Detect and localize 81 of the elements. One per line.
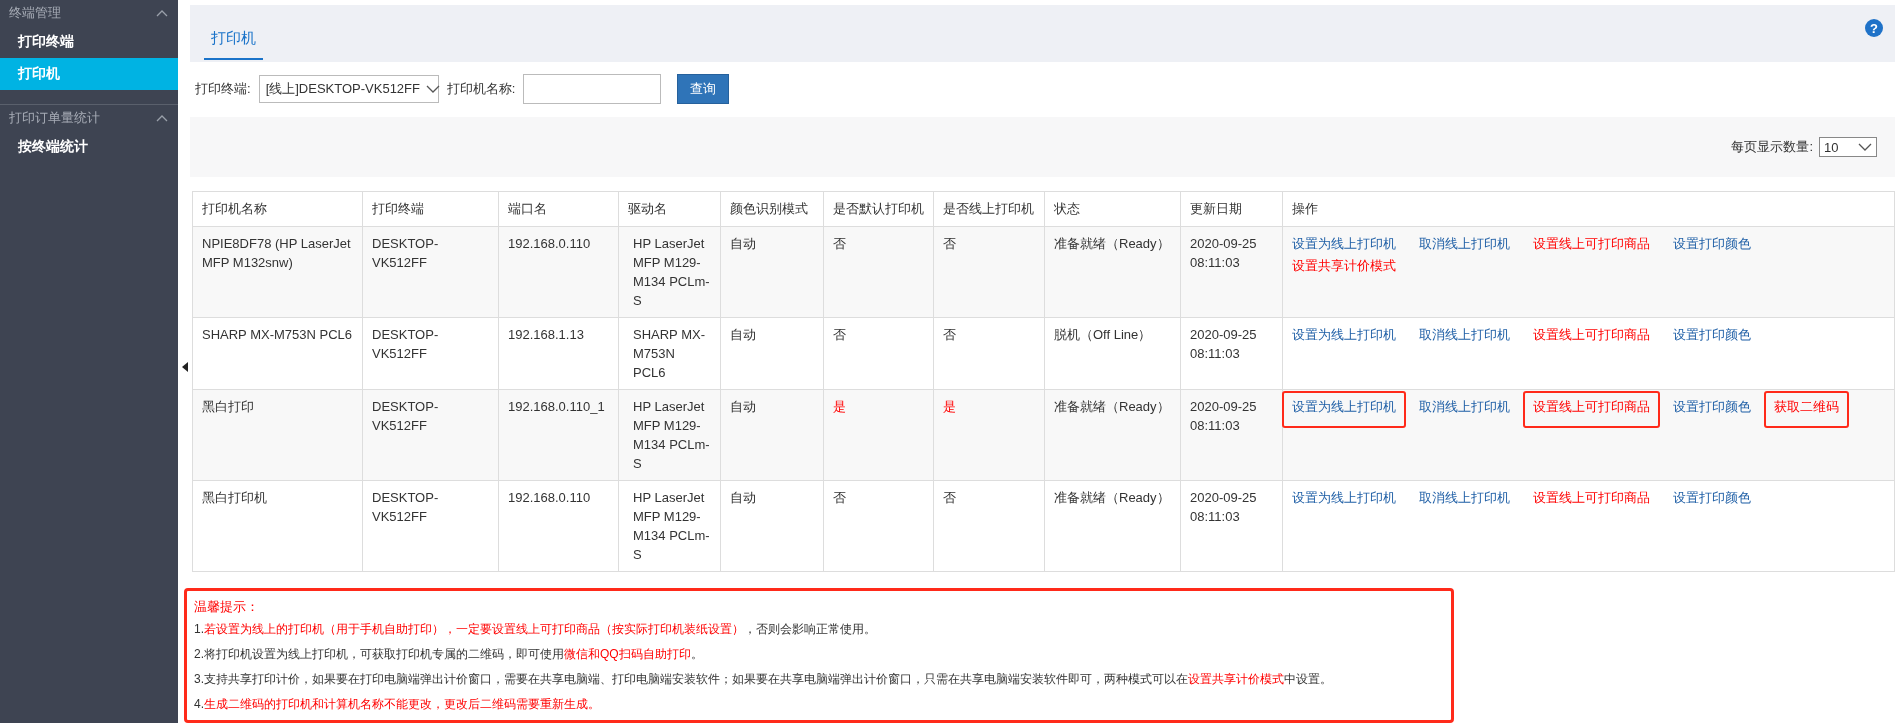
page-size-label: 每页显示数量: [1731,138,1813,157]
tip-text: 1.若设置为线上的打印机（用于手机自助打印），一定要设置线上可打印商品（按实际打印机装纸设置），否则会影响正常使用。 [194,622,877,636]
table-cell: DESKTOP-VK512FF [362,389,499,481]
table-cell: SHARP MX-M753N PCL6 [192,317,363,390]
action-link[interactable]: 设置为线上打印机 [1291,326,1396,342]
column-header: 状态 [1044,191,1181,227]
column-header: 驱动名 [618,191,721,227]
tips-title: 温馨提示： [194,598,260,616]
table-cell: NPIE8DF78 (HP LaserJet MFP M132snw) [192,226,363,318]
action-link[interactable]: 设置打印颜色 [1672,398,1751,414]
help-icon[interactable]: ? [1865,19,1883,38]
table-cell: DESKTOP-VK512FF [362,480,499,572]
table-cell: 准备就绪（Ready） [1044,480,1181,572]
action-link[interactable]: 获取二维码 [1773,398,1839,414]
table-cell: 准备就绪（Ready） [1044,389,1181,481]
tab[interactable]: 打印机 [204,28,263,60]
table-cell: 2020-09-25 08:11:03 [1180,480,1283,572]
table-cell: DESKTOP-VK512FF [362,317,499,390]
table-cell: 2020-09-25 08:11:03 [1180,226,1283,318]
action-link[interactable]: 设置线上可打印商品 [1532,489,1650,505]
tip-text: 3.支持共享打印计价，如果要在打印电脑端弹出计价窗口，需要在共享电脑端、打印电脑端安装软件；如果要在共享电脑端弹出计价窗口，只需在共享电脑端安装软件即可，两种模式可以在设置共享计价模式中设置。 [194,672,1333,686]
table-cell: 自动 [720,480,824,572]
action-link[interactable]: 取消线上打印机 [1418,326,1510,342]
sidebar-group-title[interactable]: 打印订单量统计 [9,109,100,127]
action-link[interactable]: 设置为线上打印机 [1291,489,1396,505]
action-link[interactable]: 设置线上可打印商品 [1532,326,1650,342]
action-link[interactable]: 设置为线上打印机 [1291,235,1396,251]
column-header: 打印终端 [362,191,499,227]
column-header: 操作 [1282,191,1895,227]
table-cell: 192.168.0.110_1 [498,389,619,481]
table-cell: 是 [943,399,956,414]
table-cell: 否 [833,490,846,505]
action-link[interactable]: 设置线上可打印商品 [1532,235,1650,251]
table-cell: 否 [833,236,846,251]
table-cell: 2020-09-25 08:11:03 [1180,389,1283,481]
table-cell: 准备就绪（Ready） [1044,226,1181,318]
sidebar-item[interactable]: 按终端统计 [0,131,178,163]
action-link[interactable]: 设置打印颜色 [1672,235,1751,251]
table-cell: 192.168.0.110 [498,480,619,572]
table-cell: 自动 [720,317,824,390]
table-cell: DESKTOP-VK512FF [362,226,499,318]
sidebar-group-title[interactable]: 终端管理 [9,4,61,22]
table-cell: 否 [943,327,956,342]
table-cell: 脱机（Off Line） [1044,317,1181,390]
action-link[interactable]: 取消线上打印机 [1418,398,1510,414]
column-header: 更新日期 [1180,191,1283,227]
tip-text: 4.生成二维码的打印机和计算机名称不能更改，更改后二维码需要重新生成。 [194,697,601,711]
action-link[interactable]: 取消线上打印机 [1418,235,1510,251]
table-cell: 192.168.0.110 [498,226,619,318]
action-link[interactable]: 设置打印颜色 [1672,326,1751,342]
tip-text: 2.将打印机设置为线上打印机，可获取打印机专属的二维码，即可使用微信和QQ扫码自助打印。 [194,647,704,661]
table-cell: 192.168.1.13 [498,317,619,390]
table-cell: 否 [833,327,846,342]
action-link[interactable]: 取消线上打印机 [1418,489,1510,505]
sidebar-item[interactable]: 打印终端 [0,26,178,58]
column-header: 打印机名称 [192,191,363,227]
search-button[interactable]: 查询 [677,73,730,104]
terminal-select[interactable]: [线上]DESKTOP-VK512FF [258,74,439,103]
table-cell: 自动 [720,226,824,318]
table-cell: HP LaserJet MFP M129-M134 PCLm-S [618,226,721,318]
table-cell: 否 [943,236,956,251]
action-link[interactable]: 设置线上可打印商品 [1532,398,1650,414]
table-cell: HP LaserJet MFP M129-M134 PCLm-S [618,389,721,481]
column-header: 是否默认打印机 [823,191,934,227]
printer-name-label: 打印机名称: [446,79,516,98]
table-cell: 否 [943,490,956,505]
table-cell: 黑白打印机 [192,480,363,572]
table-cell: 自动 [720,389,824,481]
table-cell: 黑白打印 [192,389,363,481]
table-cell: 2020-09-25 08:11:03 [1180,317,1283,390]
terminal-label: 打印终端: [195,79,251,98]
action-link[interactable]: 设置打印颜色 [1672,489,1751,505]
action-link[interactable]: 设置共享计价模式 [1291,257,1396,273]
table-cell: SHARP MX-M753N PCL6 [618,317,721,390]
table-cell: 是 [833,399,846,414]
column-header: 颜色识别模式 [720,191,824,227]
table-cell: HP LaserJet MFP M129-M134 PCLm-S [618,480,721,572]
column-header: 是否线上打印机 [933,191,1045,227]
page-size-select[interactable]: 10 [1819,137,1877,158]
column-header: 端口名 [498,191,619,227]
action-link[interactable]: 设置为线上打印机 [1291,398,1396,414]
